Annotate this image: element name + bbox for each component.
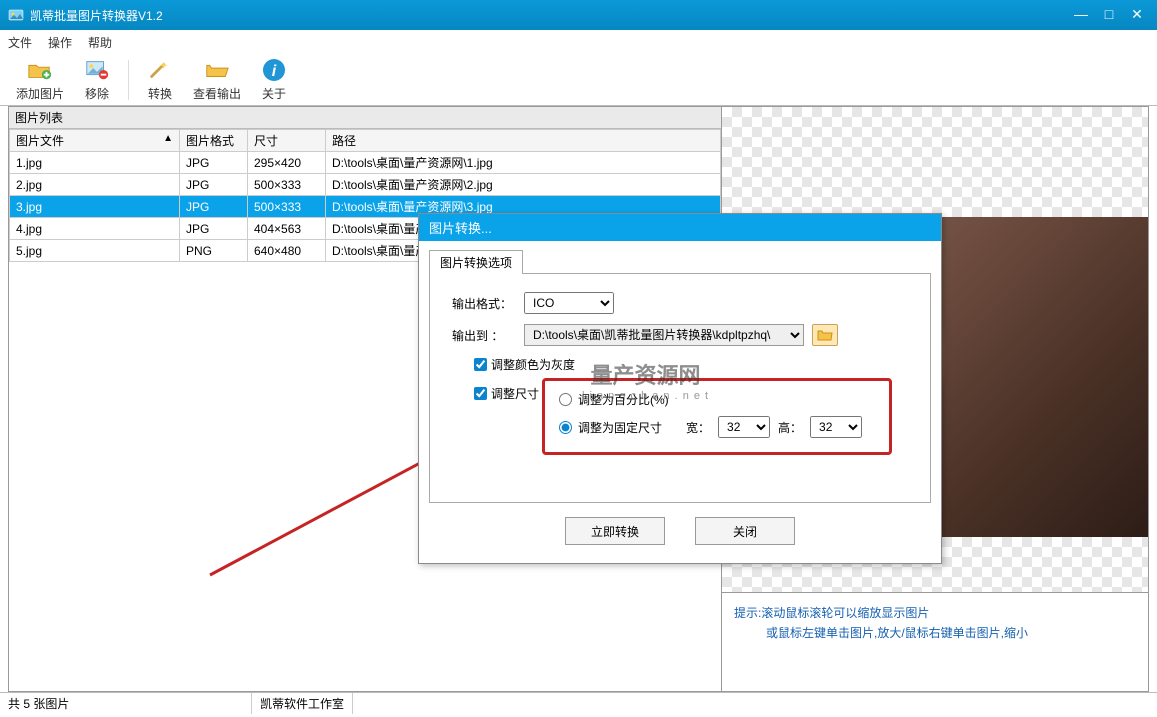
magic-wand-icon — [147, 57, 173, 83]
close-button[interactable]: ✕ — [1125, 6, 1149, 24]
tab-convert-options[interactable]: 图片转换选项 — [429, 250, 523, 274]
col-path[interactable]: 路径 — [326, 130, 721, 152]
convert-label: 转换 — [148, 85, 172, 102]
output-path-combo[interactable]: D:\tools\桌面\凯蒂批量图片转换器\kdpltpzhq\ — [524, 324, 804, 346]
remove-button[interactable]: 移除 — [78, 57, 116, 102]
resize-options-box: 调整为百分比(%) 调整为固定尺寸 宽： 32 高： 32 — [542, 378, 892, 455]
output-format-select[interactable]: ICO — [524, 292, 614, 314]
add-image-button[interactable]: 添加图片 — [10, 57, 70, 102]
tip-line-1: 提示:滚动鼠标滚轮可以缩放显示图片 — [734, 603, 1136, 623]
add-image-label: 添加图片 — [16, 85, 64, 102]
resize-percent-radio[interactable]: 调整为百分比(%) — [559, 391, 875, 408]
info-icon: i — [261, 57, 287, 83]
close-dialog-button[interactable]: 关闭 — [695, 517, 795, 545]
menubar: 文件 操作 帮助 — [0, 30, 1157, 54]
width-select[interactable]: 32 — [718, 416, 770, 438]
svg-text:i: i — [272, 63, 277, 80]
col-format[interactable]: 图片格式 — [180, 130, 248, 152]
toolbar: 添加图片 移除 转换 查看输出 i 关于 — [0, 54, 1157, 106]
app-icon — [8, 7, 24, 23]
col-file[interactable]: 图片文件▲ — [10, 130, 180, 152]
height-label: 高： — [778, 419, 802, 436]
output-to-label: 输出到 ： — [452, 327, 516, 344]
window-title: 凯蒂批量图片转换器V1.2 — [30, 7, 1069, 24]
view-output-label: 查看输出 — [193, 85, 241, 102]
about-label: 关于 — [262, 85, 286, 102]
resize-fixed-radio[interactable]: 调整为固定尺寸 宽： 32 高： 32 — [559, 416, 875, 438]
width-label: 宽： — [686, 419, 710, 436]
convert-button[interactable]: 转换 — [141, 57, 179, 102]
image-remove-icon — [84, 57, 110, 83]
browse-folder-button[interactable] — [812, 324, 838, 346]
menu-help[interactable]: 帮助 — [88, 34, 112, 51]
folder-add-icon — [27, 57, 53, 83]
grayscale-checkbox[interactable]: 调整颜色为灰度 — [474, 356, 575, 373]
minimize-button[interactable]: — — [1069, 6, 1093, 24]
status-count: 共 5 张图片 — [0, 693, 252, 714]
sort-asc-icon: ▲ — [163, 133, 173, 144]
statusbar: 共 5 张图片 凯蒂软件工作室 — [0, 692, 1157, 714]
folder-icon — [817, 328, 833, 342]
view-output-button[interactable]: 查看输出 — [187, 57, 247, 102]
list-title: 图片列表 — [9, 107, 721, 129]
height-select[interactable]: 32 — [810, 416, 862, 438]
convert-dialog: 图片转换... 图片转换选项 输出格式： ICO 输出到 ： D:\tools\… — [418, 213, 942, 564]
tips-panel: 提示:滚动鼠标滚轮可以缩放显示图片 或鼠标左键单击图片,放大/鼠标右键单击图片,… — [722, 593, 1148, 691]
menu-action[interactable]: 操作 — [48, 34, 72, 51]
tip-line-2: 或鼠标左键单击图片,放大/鼠标右键单击图片,缩小 — [734, 623, 1136, 643]
resize-checkbox[interactable]: 调整尺寸 — [474, 385, 539, 402]
folder-open-icon — [204, 57, 230, 83]
table-row[interactable]: 1.jpgJPG295×420D:\tools\桌面\量产资源网\1.jpg — [10, 152, 721, 174]
menu-file[interactable]: 文件 — [8, 34, 32, 51]
titlebar: 凯蒂批量图片转换器V1.2 — □ ✕ — [0, 0, 1157, 30]
table-row[interactable]: 2.jpgJPG500×333D:\tools\桌面\量产资源网\2.jpg — [10, 174, 721, 196]
dialog-title: 图片转换... — [419, 214, 941, 241]
about-button[interactable]: i 关于 — [255, 57, 293, 102]
maximize-button[interactable]: □ — [1097, 6, 1121, 24]
convert-now-button[interactable]: 立即转换 — [565, 517, 665, 545]
output-format-label: 输出格式： — [452, 295, 516, 312]
status-studio: 凯蒂软件工作室 — [252, 693, 353, 714]
toolbar-separator — [128, 60, 129, 100]
col-size[interactable]: 尺寸 — [248, 130, 326, 152]
remove-label: 移除 — [85, 85, 109, 102]
